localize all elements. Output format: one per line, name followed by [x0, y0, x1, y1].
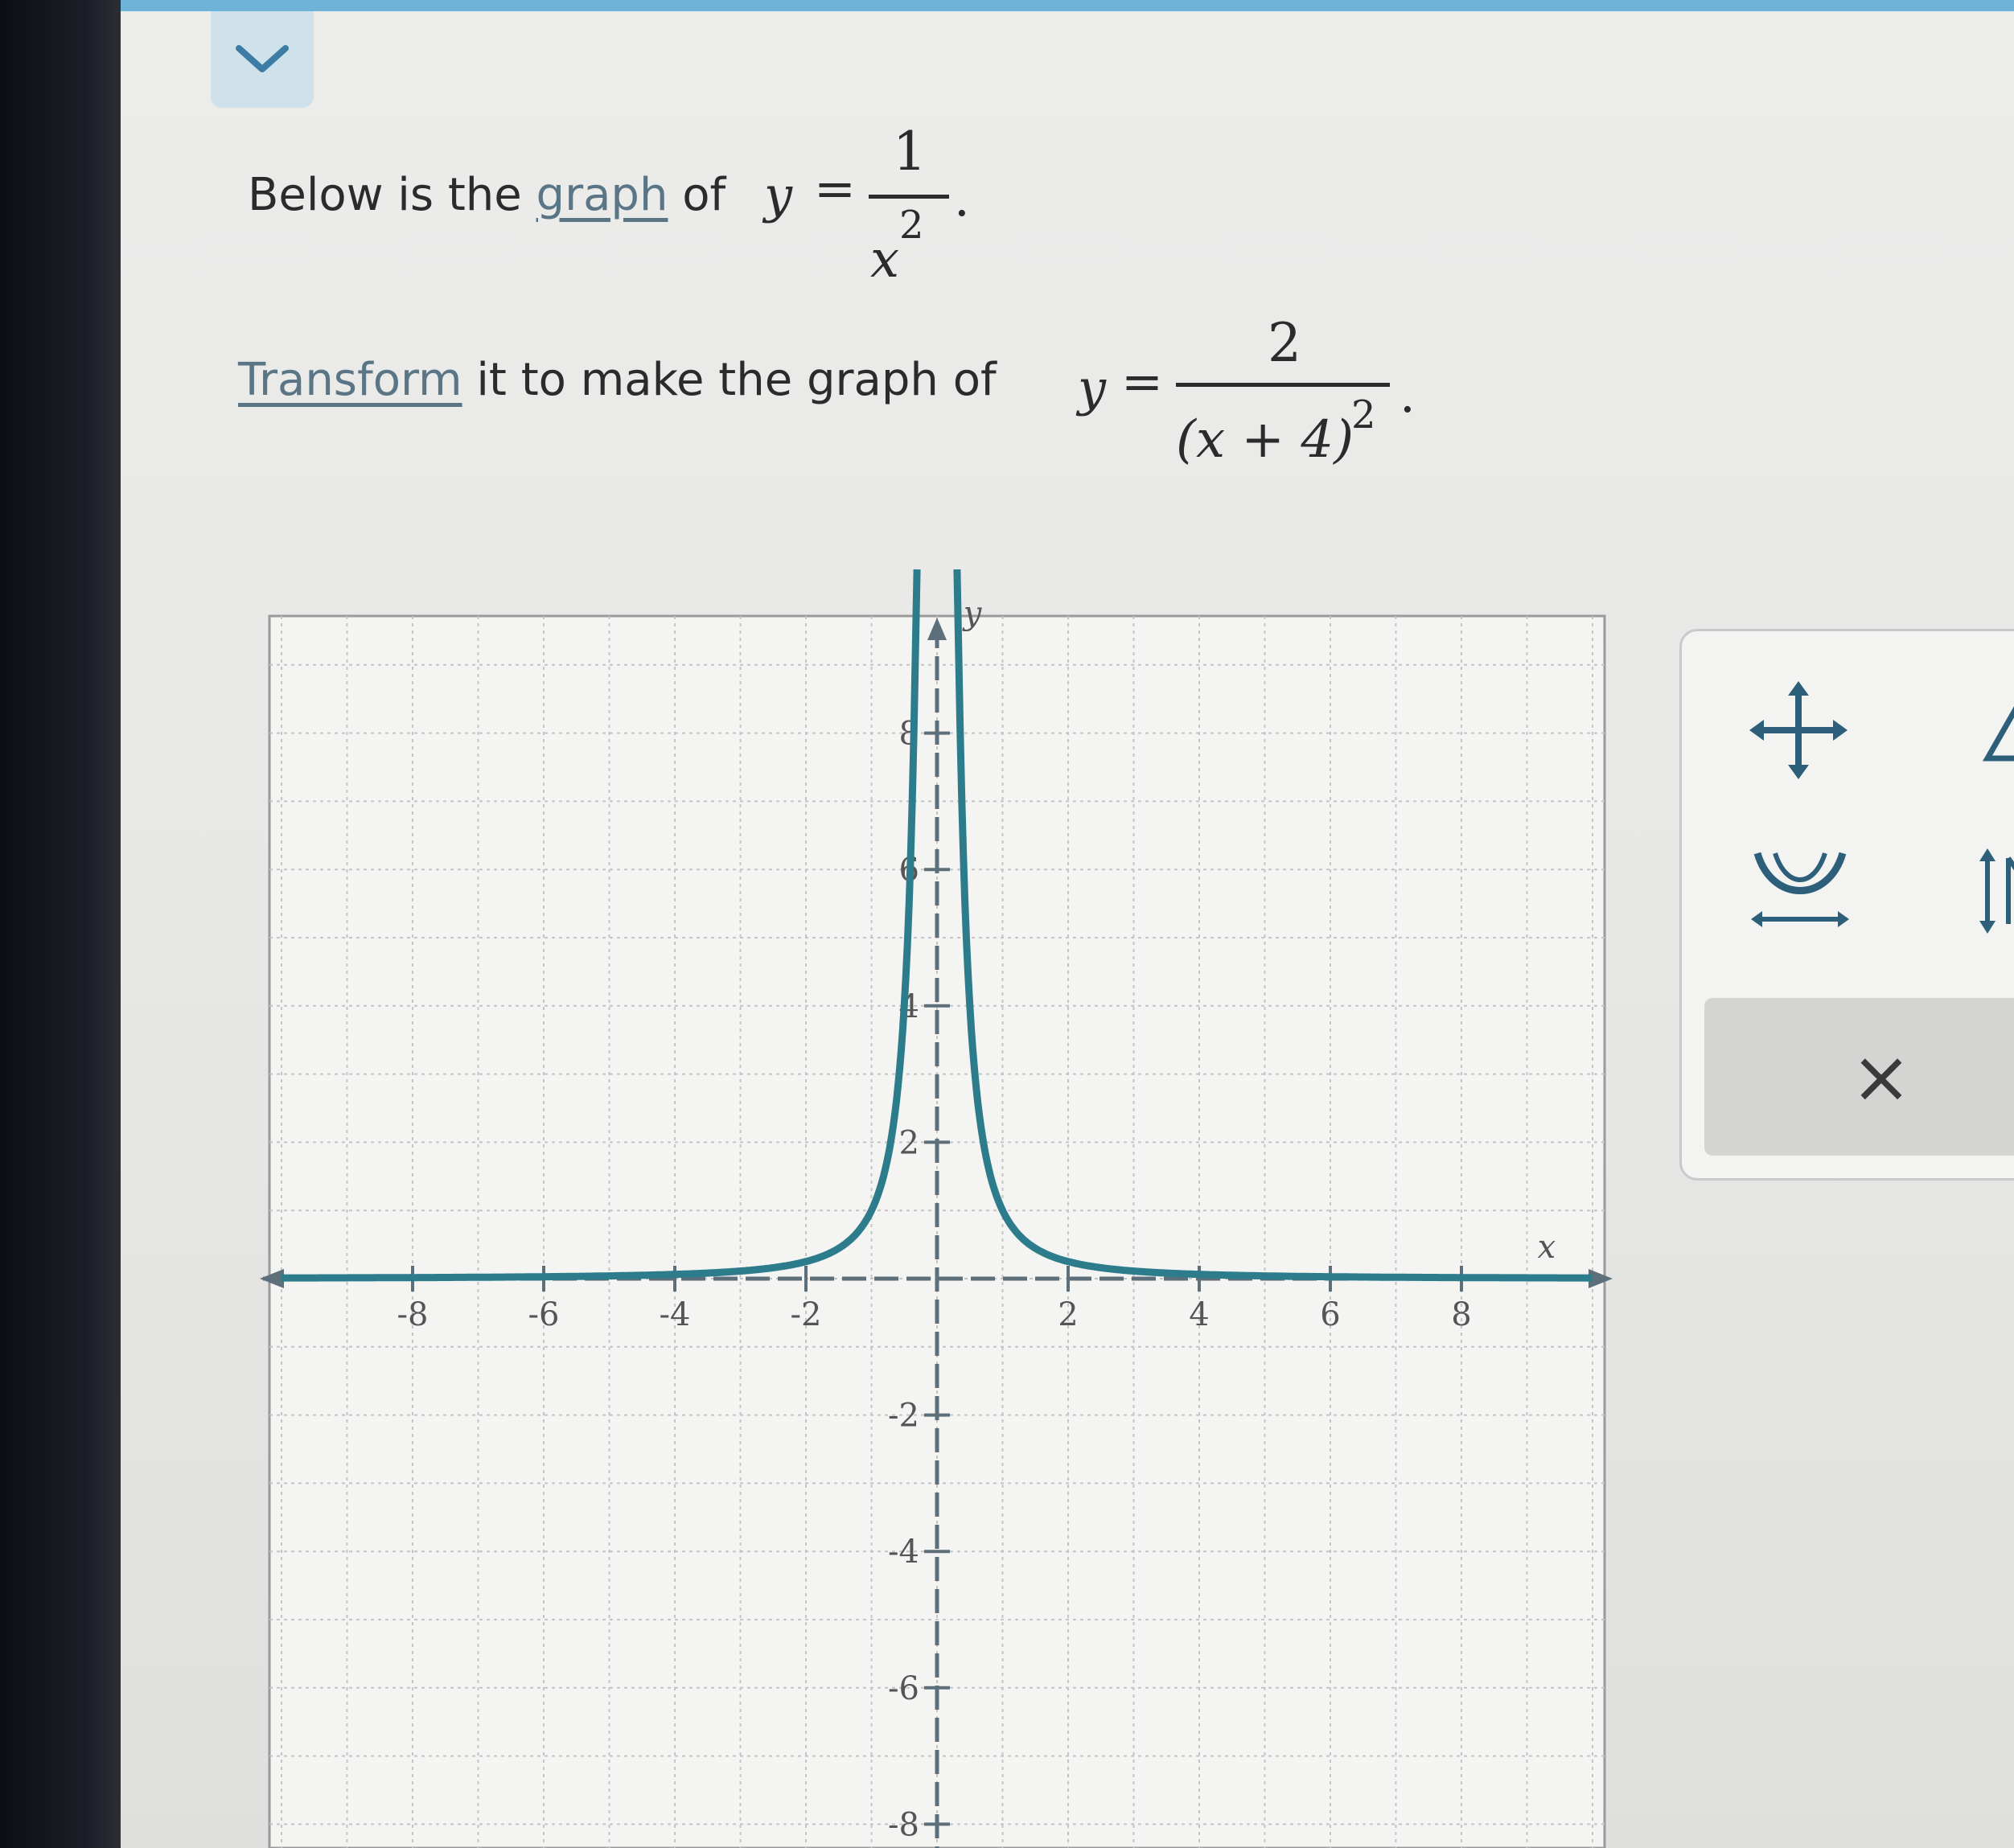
x-axis-label: x — [1538, 1229, 1556, 1266]
x-tick-label: 2 — [1058, 1296, 1078, 1333]
y-axis-label: y — [962, 595, 983, 632]
y-tick-label: -4 — [888, 1534, 919, 1571]
x-tick-label: 4 — [1189, 1296, 1209, 1333]
vertical-stretch-icon[interactable] — [1963, 686, 2014, 774]
y-tick-label: 2 — [899, 1124, 919, 1161]
y-tick-label: -2 — [888, 1398, 919, 1435]
x-tick-label: -2 — [791, 1296, 822, 1333]
x-tick-label: -6 — [528, 1296, 560, 1333]
horizontal-stretch-icon[interactable] — [1748, 847, 1852, 935]
vertical-flip-icon[interactable] — [1973, 847, 2014, 935]
x-tick-label: 8 — [1451, 1296, 1471, 1333]
x-tick-label: -8 — [397, 1296, 429, 1333]
transform-toolbar: × — [1679, 629, 2014, 1181]
x-tick-label: -4 — [660, 1296, 691, 1333]
x-tick-label: 6 — [1320, 1296, 1340, 1333]
y-tick-label: -6 — [888, 1670, 919, 1707]
y-tick-label: -8 — [888, 1806, 919, 1843]
move-icon[interactable] — [1746, 678, 1851, 782]
clear-button[interactable]: × — [1704, 998, 2014, 1156]
close-icon: × — [1851, 1034, 1912, 1119]
